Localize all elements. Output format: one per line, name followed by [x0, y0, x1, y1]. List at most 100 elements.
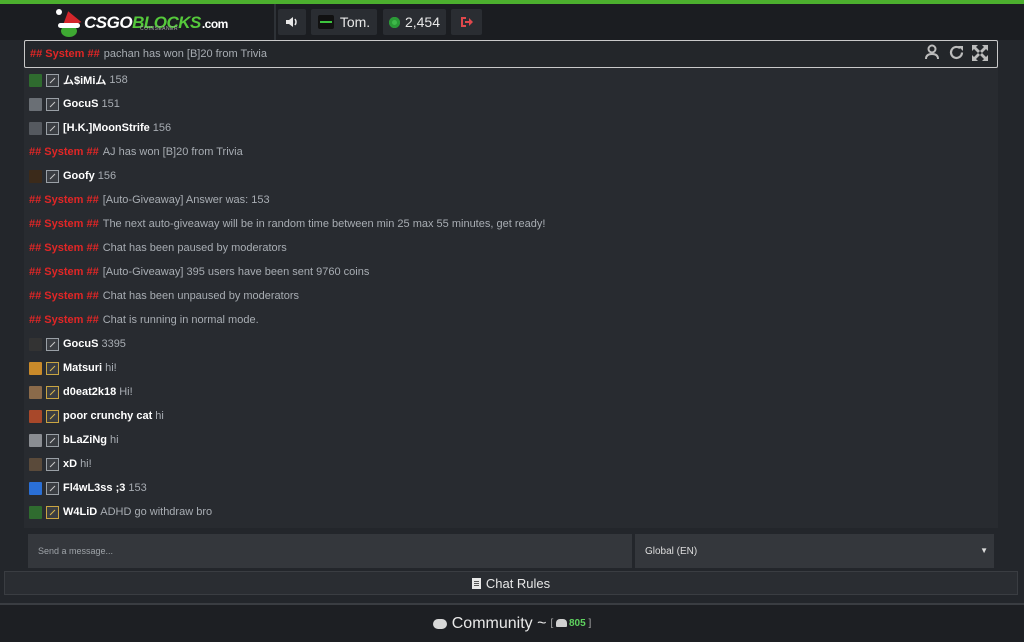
chat-panel[interactable]: ## System ## pachan has won [B]20 from T… — [24, 40, 998, 528]
caret-down-icon: ▼ — [980, 546, 988, 555]
message-text: Hi! — [119, 386, 133, 398]
chat-controls — [923, 44, 989, 62]
avatar — [317, 15, 334, 29]
rank-badge-icon — [46, 169, 59, 183]
system-label: ## System ## — [30, 48, 100, 60]
logout-button[interactable] — [451, 9, 482, 35]
message-text: pachan has won [B]20 from Trivia — [103, 48, 267, 60]
username[interactable]: GocuS — [63, 338, 98, 350]
message-text: hi — [155, 410, 164, 422]
site-logo[interactable]: CSGOBLOCKS.com — [56, 8, 228, 37]
message-text: Chat has been paused by moderators — [102, 242, 287, 254]
avatar[interactable] — [29, 505, 42, 519]
list-item: ム$iMiム 158 — [29, 68, 128, 92]
system-label: ## System ## — [29, 242, 99, 254]
santa-hat-icon — [56, 8, 82, 37]
list-item: [H.K.]MoonStrife 156 — [29, 116, 171, 140]
rank-badge-icon — [46, 433, 59, 447]
message-text: [Auto-Giveaway] 395 users have been sent… — [102, 266, 370, 278]
message-text: 3395 — [101, 338, 126, 350]
message-text: ADHD go withdraw bro — [100, 506, 213, 518]
list-item: ## System ## Chat is running in normal mo… — [29, 308, 259, 332]
avatar[interactable] — [29, 337, 42, 351]
message-text: hi — [110, 434, 119, 446]
list-item: ## System ## pachan has won [B]20 from T… — [30, 42, 267, 66]
username[interactable]: d0eat2k18 — [63, 386, 116, 398]
avatar[interactable] — [29, 385, 42, 399]
list-item: d0eat2k18 Hi! — [29, 380, 133, 404]
message-text: Chat has been unpaused by moderators — [102, 290, 300, 302]
rank-badge-icon — [46, 505, 59, 519]
username[interactable]: W4LiD — [63, 506, 97, 518]
list-item: GocuS 3395 — [29, 332, 126, 356]
list-item: W4LiD ADHD go withdraw bro — [29, 500, 212, 524]
logo-subtitle: COINSEANER — [140, 26, 179, 32]
message-text: [Auto-Giveaway] Answer was: 153 — [102, 194, 270, 206]
system-label: ## System ## — [29, 194, 99, 206]
community-bar[interactable]: Community ~ [ 805 ] — [0, 603, 1024, 642]
username[interactable]: Fl4wL3ss ;3 — [63, 482, 125, 494]
language-select[interactable]: Global (EN) ▼ — [635, 534, 994, 568]
rank-badge-icon — [46, 457, 59, 471]
rank-badge-icon — [46, 337, 59, 351]
avatar[interactable] — [29, 409, 42, 423]
username[interactable]: poor crunchy cat — [63, 410, 152, 422]
username[interactable]: xD — [63, 458, 77, 470]
username[interactable]: ム$iMiム — [63, 72, 106, 88]
chat-rules-button[interactable]: Chat Rules — [4, 571, 1018, 595]
rank-badge-icon — [46, 409, 59, 423]
message-text: 153 — [128, 482, 147, 494]
username[interactable]: GocuS — [63, 98, 98, 110]
avatar[interactable] — [29, 457, 42, 471]
list-item: ## System ## The next auto-giveaway will … — [29, 212, 545, 236]
document-icon — [471, 577, 481, 589]
username[interactable]: bLaZiNg — [63, 434, 107, 446]
message-text: The next auto-giveaway will be in random… — [102, 218, 546, 230]
message-text: 156 — [152, 122, 172, 134]
expand-icon[interactable] — [971, 44, 989, 62]
username: Tom. — [339, 14, 371, 30]
language-selected: Global (EN) — [645, 545, 698, 557]
logo-area[interactable]: CSGOBLOCKS.com COINSEANER — [0, 4, 276, 40]
system-label: ## System ## — [29, 314, 99, 326]
message-text: 158 — [109, 74, 128, 86]
avatar[interactable] — [29, 73, 42, 87]
volume-button[interactable] — [278, 9, 306, 35]
user-icon[interactable] — [923, 44, 941, 62]
avatar[interactable] — [29, 361, 42, 375]
avatar[interactable] — [29, 433, 42, 447]
system-label: ## System ## — [29, 146, 99, 158]
avatar[interactable] — [29, 481, 42, 495]
message-input[interactable] — [28, 534, 632, 568]
avatar[interactable] — [29, 97, 42, 111]
list-item: ## System ## [Auto-Giveaway] Answer was: … — [29, 188, 270, 212]
coin-amount: 2,454 — [404, 14, 441, 30]
refresh-icon[interactable] — [947, 44, 965, 62]
rank-badge-icon — [46, 73, 59, 87]
username[interactable]: Matsuri — [63, 362, 102, 374]
system-label: ## System ## — [29, 290, 99, 302]
avatar[interactable] — [29, 121, 42, 135]
rank-badge-icon — [46, 97, 59, 111]
comments-icon — [432, 618, 447, 629]
sign-out-icon — [460, 17, 473, 27]
coin-balance[interactable]: 2,454 — [383, 9, 446, 35]
community-label: Community ~ — [451, 614, 547, 632]
avatar[interactable] — [29, 169, 42, 183]
rank-badge-icon — [46, 481, 59, 495]
list-item: ## System ## Chat has been unpaused by mo… — [29, 284, 299, 308]
message-text: AJ has won [B]20 from Trivia — [102, 146, 243, 158]
profile-button[interactable]: Tom. — [311, 9, 377, 35]
system-label: ## System ## — [29, 218, 99, 230]
list-item: ## System ## [Auto-Giveaway] 395 users ha… — [29, 260, 369, 284]
chat-rules-label: Chat Rules — [485, 575, 551, 591]
message-text: Chat is running in normal mode. — [102, 314, 259, 326]
list-item: ## System ## AJ has won [B]20 from Trivia — [29, 140, 243, 164]
username[interactable]: Goofy — [63, 170, 95, 182]
list-item: ## System ## Chat has been paused by mode… — [29, 236, 287, 260]
chat-input-row: Global (EN) ▼ — [28, 534, 994, 568]
username[interactable]: [H.K.]MoonStrife — [63, 122, 150, 134]
list-item: poor crunchy cat hi — [29, 404, 164, 428]
message-text: 156 — [97, 170, 117, 182]
list-item: Fl4wL3ss ;3 153 — [29, 476, 147, 500]
